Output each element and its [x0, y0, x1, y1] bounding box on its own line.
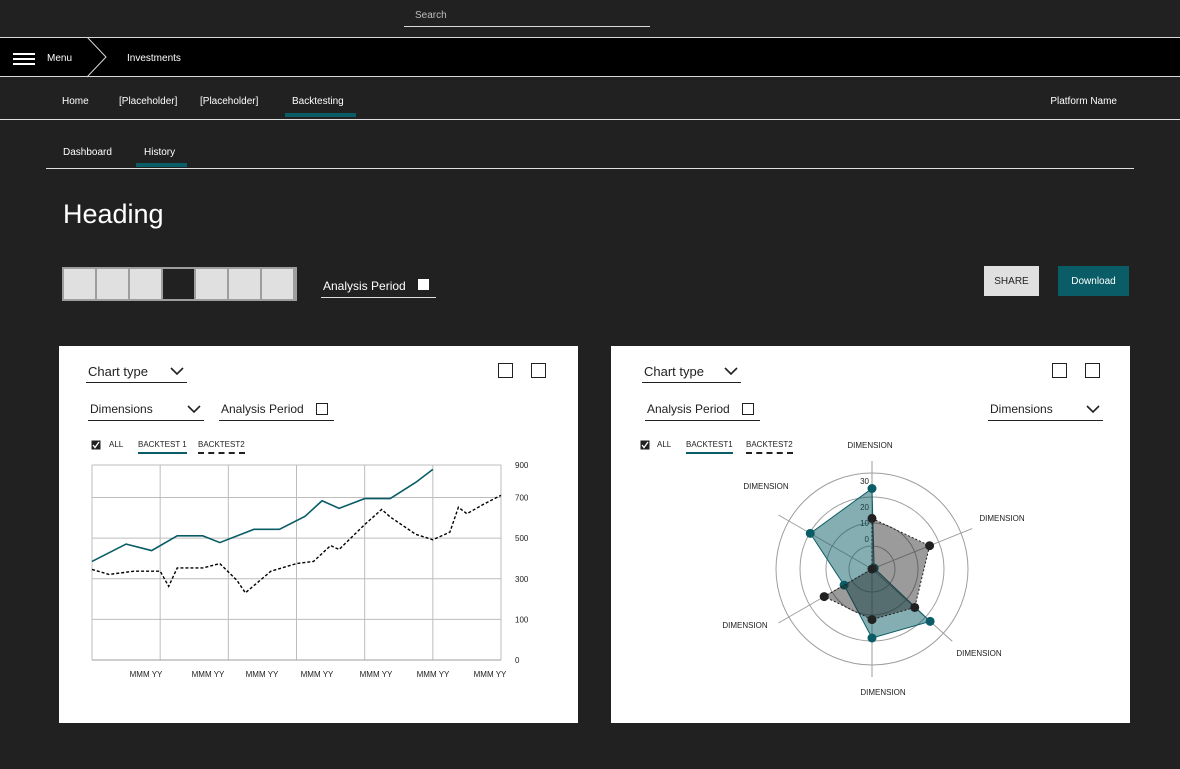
x-tick-label: MMM YY: [130, 670, 163, 679]
line-chart-card: Chart type Dimensions Analysis Period AL…: [59, 346, 578, 723]
hamburger-icon[interactable]: [13, 53, 35, 65]
download-button[interactable]: Download: [1058, 266, 1129, 296]
x-tick-label: MMM YY: [474, 670, 507, 679]
x-tick-label: MMM YY: [360, 670, 393, 679]
breadcrumb[interactable]: Investments: [127, 53, 181, 64]
radar-axis-label: DIMENSION: [847, 441, 893, 450]
analysis-period-checkbox[interactable]: [418, 279, 429, 290]
radar-axis-label: DIMENSION: [860, 688, 906, 697]
nav-placeholder-2[interactable]: [Placeholder]: [200, 96, 258, 107]
radar-point-backtest-2: [925, 541, 935, 551]
radar-axis-label: DIMENSION: [743, 482, 789, 491]
y-tick-label: 500: [515, 534, 529, 543]
tab-dashboard[interactable]: Dashboard: [63, 147, 112, 158]
radar-point-backtest-2: [867, 564, 877, 574]
tab-history[interactable]: History: [144, 147, 175, 158]
top-nav: Home [Placeholder] [Placeholder] Backtes…: [0, 78, 1180, 120]
radar-axis-label: DIMENSION: [956, 649, 1002, 658]
radial-tick-label: 30: [860, 477, 869, 486]
x-tick-label: MMM YY: [192, 670, 225, 679]
x-tick-label: MMM YY: [301, 670, 334, 679]
radar-point-backtest-2: [867, 513, 877, 523]
page-title: Heading: [63, 199, 164, 229]
radar-point-backtest-2: [910, 602, 920, 612]
radar-point-backtest-1: [867, 633, 877, 643]
search-input[interactable]: Search: [404, 6, 650, 27]
analysis-period-field[interactable]: Analysis Period: [321, 273, 436, 298]
radar-point-backtest-1: [805, 528, 815, 538]
sub-tabs: Dashboard History: [46, 120, 1134, 169]
nav-active-indicator: [285, 113, 356, 117]
period-segmented-control: [62, 267, 297, 301]
menu-bar: Menu Investments: [0, 37, 1180, 78]
platform-name: Platform Name: [1050, 96, 1117, 107]
radar-axis-label: DIMENSION: [722, 621, 768, 630]
radar-point-backtest-2: [867, 615, 877, 625]
nav-backtesting[interactable]: Backtesting: [292, 96, 344, 107]
y-tick-label: 100: [515, 615, 529, 624]
line-chart: 0 100 300 500 700 900 MMM YY MMM YY MMM YY MMM YY…: [91, 461, 529, 679]
segment-6[interactable]: [229, 269, 260, 299]
y-tick-label: 0: [515, 656, 520, 665]
share-button[interactable]: SHARE: [984, 266, 1039, 296]
nav-placeholder-1[interactable]: [Placeholder]: [119, 96, 177, 107]
segment-7[interactable]: [262, 269, 293, 299]
tab-active-indicator: [136, 163, 187, 167]
radar-chart: 0102030DIMENSIONDIMENSIONDIMENSIONDIMENS…: [722, 441, 1025, 697]
nav-home[interactable]: Home: [62, 96, 89, 107]
radar-point-backtest-1: [867, 484, 877, 493]
series-line-backtest-1: [91, 468, 434, 563]
breadcrumb-separator-icon: [86, 37, 107, 78]
segment-2[interactable]: [97, 269, 128, 299]
x-tick-label: MMM YY: [417, 670, 450, 679]
segment-4[interactable]: [163, 269, 194, 299]
radar-axis-label: DIMENSION: [979, 514, 1025, 523]
y-tick-label: 700: [515, 494, 529, 503]
segment-5[interactable]: [196, 269, 227, 299]
search-placeholder: Search: [415, 10, 447, 21]
y-tick-label: 300: [515, 575, 529, 584]
x-tick-label: MMM YY: [246, 670, 279, 679]
segment-3[interactable]: [130, 269, 161, 299]
radar-chart-card: Chart type Analysis Period Dimensions AL…: [611, 346, 1130, 723]
y-tick-label: 900: [515, 461, 529, 470]
menu-label[interactable]: Menu: [47, 53, 72, 64]
radar-point-backtest-1: [925, 616, 935, 626]
radar-point-backtest-2: [819, 592, 829, 602]
analysis-period-label: Analysis Period: [323, 279, 406, 293]
segment-1[interactable]: [64, 269, 95, 299]
